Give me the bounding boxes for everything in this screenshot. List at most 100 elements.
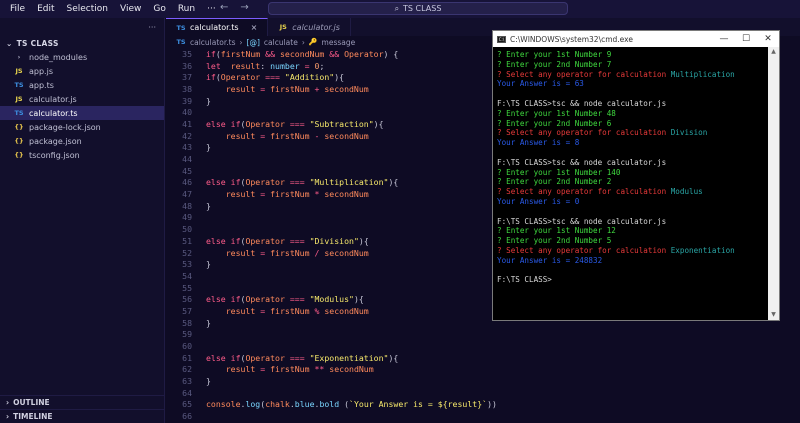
line-number: 53: [182, 259, 192, 270]
terminal-text: Your Answer is = 63: [497, 79, 584, 89]
terminal-line: Your Answer is = 63: [497, 79, 765, 89]
code-text: result = firstNum + secondNum: [225, 83, 369, 94]
file-item[interactable]: JS calculator.js: [0, 92, 164, 106]
terminal-text: ? Enter your 1st Number 48: [497, 108, 616, 118]
cmd-title-bar[interactable]: C:\ C:\WINDOWS\system32\cmd.exe — ☐ ✕: [493, 31, 779, 47]
line-number: 37: [182, 72, 192, 83]
file-item[interactable]: TS app.ts: [0, 78, 164, 92]
workspace-folder[interactable]: ⌄ TS CLASS: [0, 36, 164, 50]
terminal-line: ? Enter your 1st Number 9: [497, 50, 765, 60]
line-number: 58: [182, 317, 192, 328]
terminal-line: F:\TS CLASS>tsc && node calculator.js: [497, 217, 765, 227]
terminal-line: ? Enter your 2nd Number 5: [497, 236, 765, 246]
search-text: TS CLASS: [403, 4, 442, 13]
file-label: app.js: [29, 66, 53, 76]
menu-edit[interactable]: Edit: [31, 4, 60, 14]
line-number: 50: [182, 224, 192, 235]
cmd-output[interactable]: ? Enter your 1st Number 9 ? Enter your 2n…: [493, 47, 769, 320]
title-bar: File Edit Selection View Go Run ··· ← → …: [0, 0, 800, 18]
js-file-icon: JS: [15, 95, 23, 103]
line-number: 39: [182, 95, 192, 106]
chevron-down-icon: ⌄: [6, 38, 13, 48]
scroll-up-icon[interactable]: ▲: [768, 47, 779, 57]
cmd-scrollbar[interactable]: ▲ ▼: [768, 47, 779, 320]
file-item[interactable]: {} package-lock.json: [0, 120, 164, 134]
menu-view[interactable]: View: [114, 4, 147, 14]
tab-calculator-js[interactable]: JS calculator.js: [268, 18, 351, 36]
menu-run[interactable]: Run: [172, 4, 201, 14]
code-line[interactable]: 66: [166, 410, 800, 422]
code-text: else if(Operator === "Division"){: [206, 235, 369, 246]
minimize-icon[interactable]: —: [713, 34, 735, 44]
menu-go[interactable]: Go: [147, 4, 171, 14]
line-number: 49: [182, 212, 192, 223]
terminal-line: ? Enter your 1st Number 48: [497, 109, 765, 119]
breadcrumb: TS calculator.ts › [@] calculate › 🔑 mes…: [166, 36, 355, 48]
line-number: 65: [182, 399, 192, 410]
code-text: let result: number = 0;: [206, 60, 325, 71]
code-line[interactable]: 60: [166, 340, 800, 352]
chevron-right-icon: ›: [6, 412, 10, 421]
file-label: calculator.ts: [29, 108, 78, 118]
code-line[interactable]: 59: [166, 329, 800, 341]
outline-section[interactable]: › OUTLINE: [0, 395, 165, 409]
breadcrumb-file[interactable]: calculator.ts: [190, 38, 236, 47]
timeline-section[interactable]: › TIMELINE: [0, 409, 165, 423]
tab-calculator-ts[interactable]: TS calculator.ts ×: [166, 18, 269, 36]
breadcrumb-function[interactable]: calculate: [264, 38, 298, 47]
terminal-line: ? Enter your 2nd Number 6: [497, 119, 765, 129]
json-file-icon: {}: [14, 123, 24, 131]
terminal-line: ? Enter your 1st Number 12: [497, 226, 765, 236]
code-line[interactable]: 61 else if(Operator === "Exponentiation")…: [166, 352, 800, 364]
file-item[interactable]: JS app.js: [0, 64, 164, 78]
terminal-text: F:\TS CLASS>tsc && node calculator.js: [497, 98, 667, 108]
more-actions-icon[interactable]: ···: [148, 23, 156, 32]
code-line[interactable]: 64: [166, 387, 800, 399]
command-center-search[interactable]: ⌕ TS CLASS: [268, 2, 568, 15]
terminal-text: ? Enter your 2nd Number 2: [497, 177, 612, 187]
line-number: 59: [182, 329, 192, 340]
file-item[interactable]: › node_modules: [0, 50, 164, 64]
file-item[interactable]: TS calculator.ts: [0, 106, 164, 120]
code-text: }: [206, 95, 211, 106]
terminal-line: ? Enter your 2nd Number 2: [497, 177, 765, 187]
folder-file-icon: ›: [17, 53, 21, 61]
terminal-line: Your Answer is = 248832: [497, 256, 765, 266]
maximize-icon[interactable]: ☐: [735, 34, 757, 44]
code-line[interactable]: 62 result = firstNum ** secondNum: [166, 364, 800, 376]
explorer-header: ···: [0, 18, 164, 36]
file-label: tsconfig.json: [29, 150, 80, 160]
terminal-text: ? Select any operator for calculation: [497, 245, 671, 255]
json-file-icon: {}: [14, 151, 24, 159]
terminal-line: Your Answer is = 0: [497, 197, 765, 207]
back-arrow-icon[interactable]: ←: [220, 2, 228, 13]
code-line[interactable]: 63}: [166, 375, 800, 387]
menu-more[interactable]: ···: [201, 4, 222, 14]
code-text: else if(Operator === "Subtraction"){: [206, 118, 384, 129]
code-line[interactable]: 65 console.log(chalk.blue.bold (`Your Ans…: [166, 399, 800, 411]
close-icon[interactable]: ×: [251, 23, 258, 32]
line-number: 63: [182, 376, 192, 387]
code-text: }: [206, 376, 211, 387]
explorer-sidebar: ··· ⌄ TS CLASS › node_modules JS app.js TS ap…: [0, 18, 165, 423]
menu-file[interactable]: File: [4, 4, 31, 14]
terminal-text: Your Answer is = 8: [497, 138, 580, 148]
code-text: }: [206, 200, 211, 211]
cmd-window[interactable]: C:\ C:\WINDOWS\system32\cmd.exe — ☐ ✕ ? …: [492, 30, 780, 321]
chevron-right-icon: ›: [6, 398, 10, 407]
menu-bar: File Edit Selection View Go Run ···: [0, 0, 222, 18]
menu-selection[interactable]: Selection: [61, 4, 114, 14]
file-item[interactable]: {} tsconfig.json: [0, 148, 164, 162]
scroll-down-icon[interactable]: ▼: [768, 310, 779, 320]
terminal-text: F:\TS CLASS>tsc && node calculator.js: [497, 216, 667, 226]
terminal-answer: Exponentiation: [670, 245, 735, 255]
forward-arrow-icon[interactable]: →: [240, 2, 248, 13]
nav-arrows: ← →: [220, 2, 249, 13]
breadcrumb-property[interactable]: message: [322, 38, 356, 47]
file-label: package.json: [29, 136, 82, 146]
code-text: result = firstNum % secondNum: [225, 305, 369, 316]
close-icon[interactable]: ✕: [757, 34, 779, 44]
file-item[interactable]: {} package.json: [0, 134, 164, 148]
